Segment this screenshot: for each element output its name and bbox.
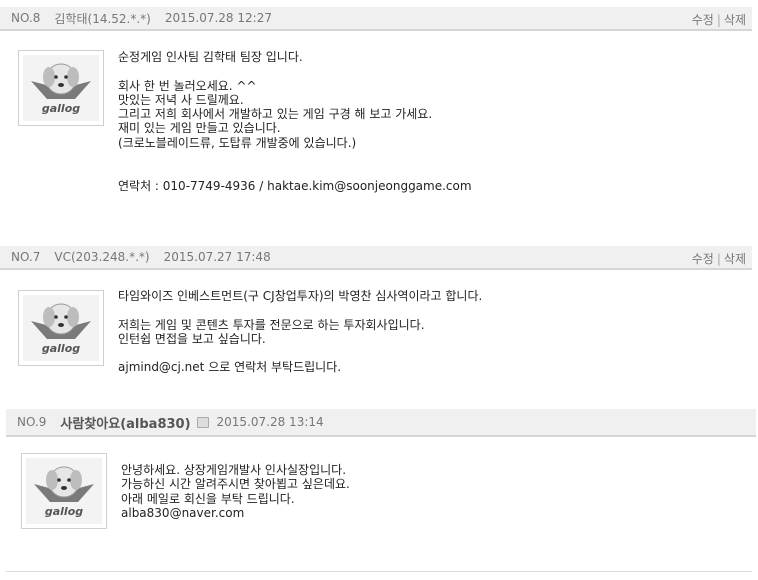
- comment-line: 아래 메일로 회신을 부탁 드립니다.: [121, 491, 295, 506]
- comment-line: (크로노블레이드류, 도탑류 개발중에 있습니다.): [118, 135, 357, 150]
- gallog-icon[interactable]: [196, 416, 209, 428]
- comment-line: 맛있는 저녁 사 드릴께요.: [118, 92, 244, 107]
- comment-line: [118, 346, 482, 360]
- comment-date: 2015.07.28 13:14: [216, 415, 324, 429]
- avatar-image: gallog: [23, 295, 99, 361]
- comment-line: alba830@naver.com: [121, 505, 245, 520]
- comment-line: 연락처 : 010-7749-4936 / haktae.kim@soonjeo…: [118, 178, 472, 193]
- comment-author[interactable]: 김학태(14.52.*.*): [54, 10, 150, 27]
- comment-line: 회사 한 번 놀러오세요. ^^: [118, 78, 257, 93]
- delete-button[interactable]: 삭제: [724, 252, 746, 266]
- gallog-logo-text: gallog: [42, 342, 80, 355]
- dog-icon: gallog: [31, 63, 91, 115]
- comment-line: [118, 164, 472, 178]
- dog-icon: gallog: [31, 303, 91, 355]
- comment-author[interactable]: VC(203.248.*.*): [54, 250, 149, 264]
- comment-header: NO.8 김학태(14.52.*.*) 2015.07.28 12:27 수정 |…: [0, 7, 752, 31]
- avatar-image: gallog: [23, 55, 99, 121]
- comment-line: 안녕하세요. 상장게임개발사 인사실장입니다.: [121, 463, 347, 477]
- comment-actions: 수정 | 삭제: [692, 250, 746, 267]
- comment-header: NO.9 사람찾아요(alba830) 2015.07.28 13:14: [6, 409, 756, 437]
- comment-body: 타임와이즈 인베스트먼트(구 CJ창업투자)의 박영찬 심사역이라고 합니다. …: [118, 289, 482, 375]
- edit-button[interactable]: 수정: [692, 252, 714, 266]
- comment-line: ajmind@cj.net 으로 연락처 부탁드립니다.: [118, 360, 342, 375]
- comment-number: NO.7: [11, 250, 41, 264]
- dog-icon: gallog: [34, 466, 94, 518]
- comment-actions: 수정 | 삭제: [692, 11, 746, 28]
- comment-line: 가능하신 시간 알려주시면 찾아뵙고 싶은데요.: [121, 477, 350, 492]
- comment-line: [118, 303, 482, 317]
- avatar-image: gallog: [26, 458, 102, 524]
- divider: [6, 571, 752, 572]
- comment-line: 재미 있는 게임 만들고 있습니다.: [118, 121, 281, 136]
- gallog-logo-text: gallog: [45, 505, 83, 518]
- comment-date: 2015.07.28 12:27: [164, 11, 272, 25]
- avatar[interactable]: gallog: [21, 453, 107, 529]
- action-separator: |: [716, 13, 721, 27]
- comment-header: NO.7 VC(203.248.*.*) 2015.07.27 17:48 수정…: [0, 246, 752, 270]
- gallog-logo-text: gallog: [42, 102, 80, 115]
- comment-number: NO.8: [11, 11, 41, 25]
- comment-line: 타임와이즈 인베스트먼트(구 CJ창업투자)의 박영찬 심사역이라고 합니다.: [118, 289, 483, 303]
- edit-button[interactable]: 수정: [692, 13, 714, 27]
- comment-author[interactable]: 사람찾아요(alba830): [60, 413, 190, 432]
- comment-body: 안녕하세요. 상장게임개발사 인사실장입니다. 가능하신 시간 알려주시면 찾아뵙…: [121, 463, 350, 520]
- comment-line: [118, 64, 472, 78]
- comment-line: 저희는 게임 및 콘텐츠 투자를 전문으로 하는 투자회사입니다.: [118, 317, 425, 332]
- avatar[interactable]: gallog: [18, 290, 104, 366]
- avatar[interactable]: gallog: [18, 50, 104, 126]
- delete-button[interactable]: 삭제: [724, 13, 746, 27]
- comment-line: [118, 150, 472, 164]
- comment-line: 그리고 저희 회사에서 개발하고 있는 게임 구경 해 보고 가세요.: [118, 107, 433, 122]
- comment-line: 인턴쉽 면접을 보고 싶습니다.: [118, 331, 266, 346]
- comment-date: 2015.07.27 17:48: [163, 250, 271, 264]
- comment-line: 순정게임 인사팀 김학태 팀장 입니다.: [118, 50, 303, 64]
- action-separator: |: [716, 252, 721, 266]
- comment-number: NO.9: [17, 415, 47, 429]
- comment-body: 순정게임 인사팀 김학태 팀장 입니다. 회사 한 번 놀러오세요. ^^ 맛있는…: [118, 50, 472, 193]
